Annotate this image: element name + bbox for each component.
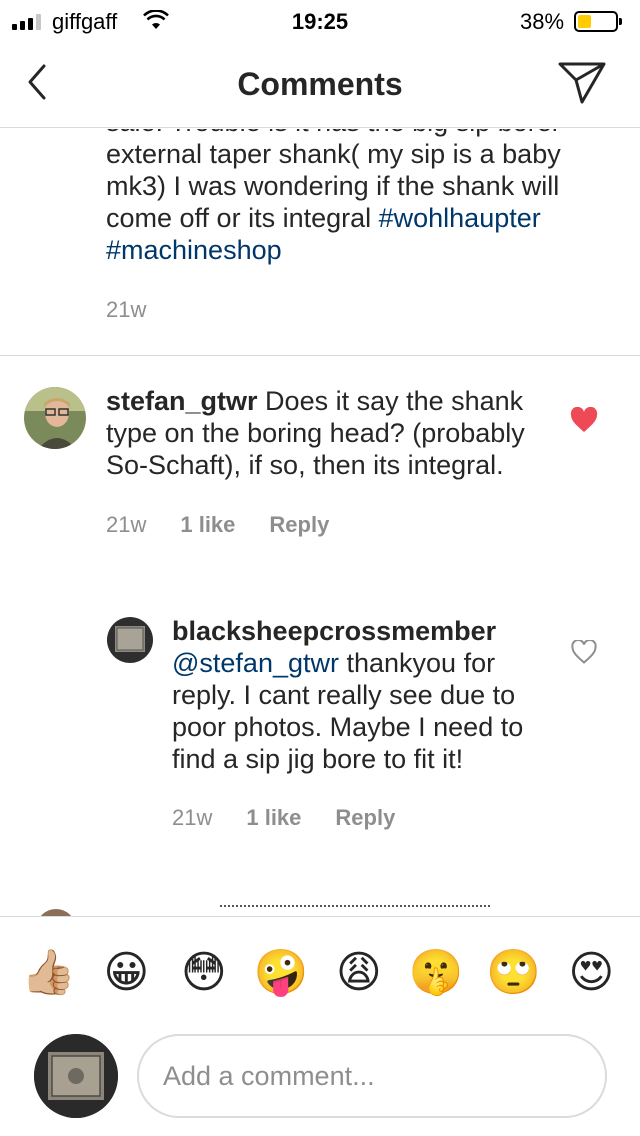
comment-text: sale. Trouble is it has the big sip bore… [106, 129, 561, 265]
divider [0, 355, 640, 356]
send-button[interactable] [556, 60, 608, 106]
comment-body: stefan_gtwr Does it say the shank type o… [106, 385, 536, 538]
heart-eyes-emoji-button[interactable]: 😍 [563, 950, 619, 995]
nav-bar: Comments [0, 40, 640, 128]
battery-fill [578, 15, 591, 28]
username-link[interactable]: stefan_gtwr [106, 386, 258, 416]
comment-meta: 21w 1 like Reply [106, 512, 536, 538]
battery-percentage: 38% [520, 9, 565, 34]
hashtag-link[interactable]: #machineshop [106, 235, 282, 265]
shushing-emoji-button[interactable]: 🤫 [408, 950, 464, 995]
status-bar: giffgaff 19:25 38% [0, 0, 640, 40]
comment-body: blacksheepcrossmember @stefan_gtwr thanky… [172, 615, 552, 831]
battery-icon [574, 11, 622, 32]
reply-button[interactable]: Reply [335, 805, 395, 831]
avatar[interactable] [36, 909, 76, 916]
flushed-emoji-button[interactable]: 😳 [176, 950, 232, 995]
hashtag-link[interactable]: #wohlhaupter [379, 203, 541, 233]
comment-meta: 21w 1 like Reply [172, 805, 552, 831]
comments-list[interactable]: sale. Trouble is it has the big sip bore… [0, 129, 640, 916]
likes-count[interactable]: 1 like [246, 805, 301, 831]
comment-text: stefan_gtwr Does it say the shank type o… [106, 386, 525, 480]
heart-outline-icon[interactable] [571, 640, 597, 664]
comment-age: 21w [106, 297, 147, 322]
zany-emoji-button[interactable]: 🤪 [253, 950, 309, 995]
heart-filled-icon[interactable] [570, 407, 598, 433]
comment-composer [0, 1028, 640, 1136]
page-title: Comments [237, 66, 403, 102]
comment-text: blacksheepcrossmember @stefan_gtwr thanky… [172, 616, 524, 774]
weary-emoji-button[interactable]: 😩 [331, 950, 387, 995]
comment-item: sale. Trouble is it has the big sip bore… [106, 129, 606, 323]
grinning-emoji-button[interactable]: 😀 [98, 950, 154, 995]
eye-roll-emoji-button[interactable]: 🙄 [486, 950, 542, 995]
comment-age: 21w [106, 512, 147, 537]
likes-count[interactable]: 1 like [180, 512, 235, 538]
comment-meta: 21w [106, 297, 606, 323]
mention-link[interactable]: @stefan_gtwr [172, 648, 339, 678]
username-link[interactable]: blacksheepcrossmember [172, 616, 496, 646]
thumbs-up-emoji-button[interactable]: 👍🏼 [21, 950, 77, 995]
emoji-bar: 👍🏼 😀 😳 🤪 😩 🤫 🙄 😍 [0, 916, 640, 1028]
avatar [34, 1034, 118, 1118]
avatar[interactable] [24, 387, 86, 449]
comment-age: 21w [172, 805, 213, 830]
comment-input[interactable] [137, 1034, 607, 1118]
reply-button[interactable]: Reply [269, 512, 329, 538]
avatar[interactable] [107, 617, 153, 663]
comment-text-clipped [220, 905, 490, 913]
